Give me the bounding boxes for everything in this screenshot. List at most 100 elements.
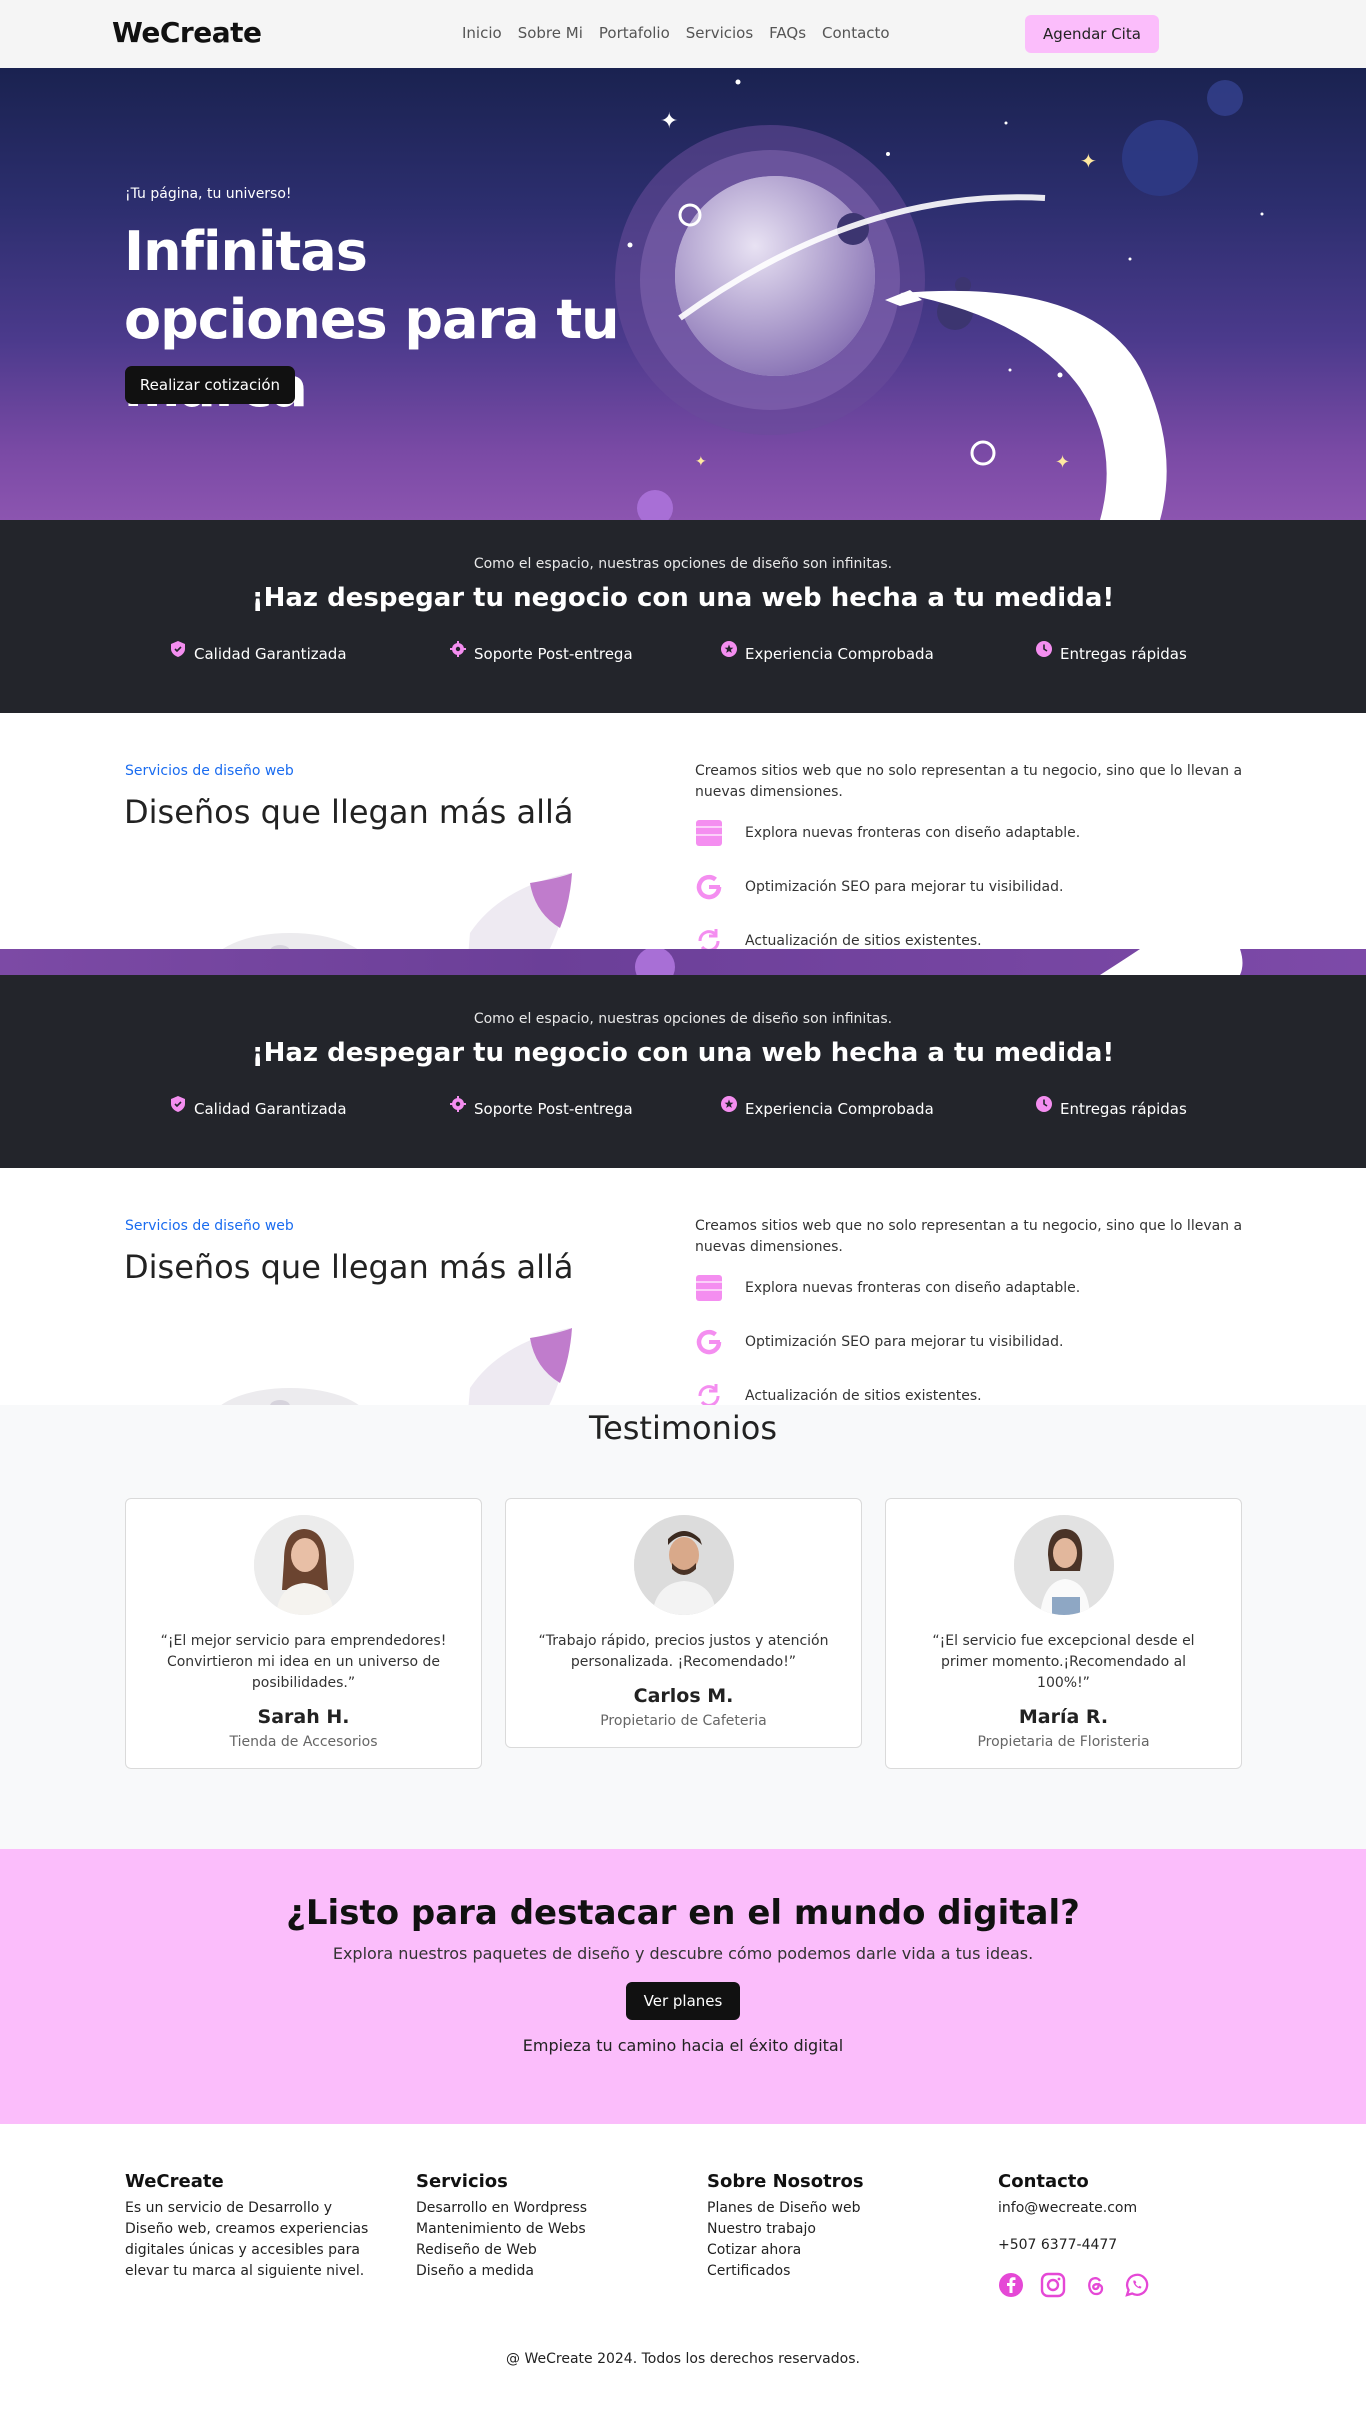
footer-phone[interactable]: +507 6377-4477 — [998, 2235, 1150, 2256]
schedule-button[interactable]: Agendar Cita — [1025, 15, 1159, 53]
service-label: Actualización de sitios existentes. — [745, 933, 982, 949]
testimonial-name: Carlos M. — [633, 1685, 734, 1707]
nav-link-servicios[interactable]: Servicios — [686, 24, 753, 42]
footer-brand-text: Es un servicio de Desarrollo y Diseño we… — [125, 2200, 369, 2279]
hero-section: ✦ ✦ ✦ ✦ ✦ ¡Tu página, tu universo! Infin… — [0, 68, 1366, 520]
star-badge-icon — [721, 641, 737, 657]
clock-icon — [1036, 1096, 1052, 1112]
layout-icon — [696, 820, 722, 846]
footer-services-title: Servicios — [416, 2171, 508, 2192]
rocket-illustration — [220, 873, 572, 951]
service-label: Explora nuevas fronteras con diseño adap… — [745, 825, 1081, 841]
svg-text:✦: ✦ — [695, 454, 707, 470]
testimonial-name: Sarah H. — [257, 1706, 350, 1728]
footer-link[interactable]: Planes de Diseño web — [707, 2198, 864, 2219]
feature-delivery: Entregas rápidas — [1036, 1096, 1187, 1118]
google-icon — [696, 874, 722, 900]
layout-icon — [696, 1275, 722, 1301]
space-illustration: ✦ ✦ ✦ ✦ ✦ — [615, 79, 1264, 520]
feature-quality: Calidad Garantizada — [170, 641, 347, 663]
features-band: Como el espacio, nuestras opciones de di… — [0, 520, 1366, 713]
footer-link[interactable]: Certificados — [707, 2261, 864, 2282]
feature-label: Entregas rápidas — [1060, 1100, 1187, 1118]
avatar-photo — [633, 1515, 734, 1615]
service-item-update: Actualización de sitios existentes. — [695, 927, 982, 951]
features-band-repeat: Como el espacio, nuestras opciones de di… — [0, 975, 1366, 1168]
testimonials-section: Testimonios “¡El mejor servicio para emp… — [0, 1405, 1366, 1849]
footer-link[interactable]: Desarrollo en Wordpress — [416, 2198, 587, 2219]
nav-link-portafolio[interactable]: Portafolio — [599, 24, 670, 42]
service-item-responsive: Explora nuevas fronteras con diseño adap… — [695, 1274, 1080, 1302]
gear-icon — [450, 1096, 466, 1112]
services-title: Diseños que llegan más allá — [124, 793, 574, 831]
hero-tagline: ¡Tu página, tu universo! — [125, 186, 292, 202]
services-intro: Creamos sitios web que no solo represent… — [695, 763, 1243, 800]
quote-button[interactable]: Realizar cotización — [125, 366, 295, 404]
threads-icon[interactable] — [1082, 2272, 1108, 2298]
footer: WeCreate Es un servicio de Desarrollo y … — [0, 2124, 1366, 2434]
avatar-photo — [253, 1515, 354, 1615]
testimonial-quote: “¡El servicio fue excepcional desde el p… — [932, 1633, 1195, 1691]
instagram-icon[interactable] — [1040, 2272, 1066, 2298]
nav-link-contacto[interactable]: Contacto — [822, 24, 890, 42]
band-title: ¡Haz despegar tu negocio con una web hec… — [251, 1038, 1115, 1068]
feature-support: Soporte Post-entrega — [450, 1096, 633, 1118]
services-eyebrow: Servicios de diseño web — [125, 1218, 294, 1234]
shield-check-icon — [171, 1096, 185, 1112]
feature-experience: Experiencia Comprobada — [721, 1096, 934, 1118]
footer-email[interactable]: info@wecreate.com — [998, 2198, 1150, 2219]
footer-link[interactable]: Rediseño de Web — [416, 2240, 587, 2261]
clock-icon — [1036, 641, 1052, 657]
feature-label: Entregas rápidas — [1060, 645, 1187, 663]
feature-quality: Calidad Garantizada — [170, 1096, 347, 1118]
testimonial-card: “¡El servicio fue excepcional desde el p… — [885, 1498, 1242, 1769]
footer-link[interactable]: Nuestro trabajo — [707, 2219, 864, 2240]
testimonial-card: “¡El mejor servicio para emprendedores! … — [125, 1498, 482, 1769]
nav-link-faqs[interactable]: FAQs — [769, 24, 806, 42]
footer-brand-title: WeCreate — [125, 2171, 224, 2192]
service-item-responsive: Explora nuevas fronteras con diseño adap… — [695, 819, 1080, 847]
band-subtitle: Como el espacio, nuestras opciones de di… — [473, 1011, 893, 1027]
brand-logo[interactable]: WeCreate — [112, 16, 262, 49]
services-section: Servicios de diseño web Diseños que lleg… — [0, 713, 1366, 951]
service-label: Explora nuevas fronteras con diseño adap… — [745, 1280, 1081, 1296]
facebook-icon[interactable] — [998, 2272, 1024, 2298]
testimonials-title: Testimonios — [588, 1409, 778, 1447]
testimonial-role: Propietaria de Floristeria — [977, 1734, 1150, 1750]
strip-art — [635, 949, 1243, 975]
nav-link-sobre-mi[interactable]: Sobre Mi — [518, 24, 583, 42]
feature-delivery: Entregas rápidas — [1036, 641, 1187, 663]
view-plans-button[interactable]: Ver planes — [626, 1982, 740, 2020]
whatsapp-icon[interactable] — [1124, 2272, 1150, 2298]
footer-col-brand: WeCreate Es un servicio de Desarrollo y … — [125, 2171, 375, 2282]
avatar — [253, 1515, 354, 1615]
footer-contact-title: Contacto — [998, 2171, 1089, 2192]
testimonial-quote: “¡El mejor servicio para emprendedores! … — [160, 1633, 447, 1691]
testimonial-name: María R. — [1018, 1706, 1109, 1728]
feature-label: Calidad Garantizada — [194, 1100, 347, 1118]
rocket-illustration — [221, 1328, 572, 1405]
feature-label: Soporte Post-entrega — [474, 645, 633, 663]
footer-col-contact: Contacto info@wecreate.com +507 6377-447… — [998, 2171, 1150, 2298]
services-title: Diseños que llegan más allá — [124, 1248, 574, 1286]
navbar: WeCreate Inicio Sobre Mi Portafolio Serv… — [0, 0, 1366, 68]
feature-experience: Experiencia Comprobada — [721, 641, 934, 663]
footer-link[interactable]: Mantenimiento de Webs — [416, 2219, 587, 2240]
shield-check-icon — [171, 641, 185, 657]
footer-link[interactable]: Diseño a medida — [416, 2261, 587, 2282]
nav-link-inicio[interactable]: Inicio — [462, 24, 502, 42]
service-item-seo: Optimización SEO para mejorar tu visibil… — [695, 1328, 1063, 1356]
nav-links: Inicio Sobre Mi Portafolio Servicios FAQ… — [462, 24, 890, 42]
testimonial-card: “Trabajo rápido, precios justos y atenci… — [505, 1498, 862, 1748]
footer-about-title: Sobre Nosotros — [707, 2171, 864, 2192]
services-section-repeat: Servicios de diseño web Diseños que lleg… — [0, 1168, 1366, 1405]
cta-subtitle: Explora nuestros paquetes de diseño y de… — [332, 1944, 1034, 1963]
testimonial-quote: “Trabajo rápido, precios justos y atenci… — [538, 1633, 829, 1670]
refresh-icon — [698, 1384, 720, 1405]
band-title: ¡Haz despegar tu negocio con una web hec… — [251, 583, 1115, 613]
google-icon — [696, 1329, 722, 1355]
footer-link[interactable]: Cotizar ahora — [707, 2240, 864, 2261]
feature-label: Calidad Garantizada — [194, 645, 347, 663]
svg-text:✦: ✦ — [1055, 452, 1070, 473]
feature-label: Experiencia Comprobada — [745, 645, 934, 663]
